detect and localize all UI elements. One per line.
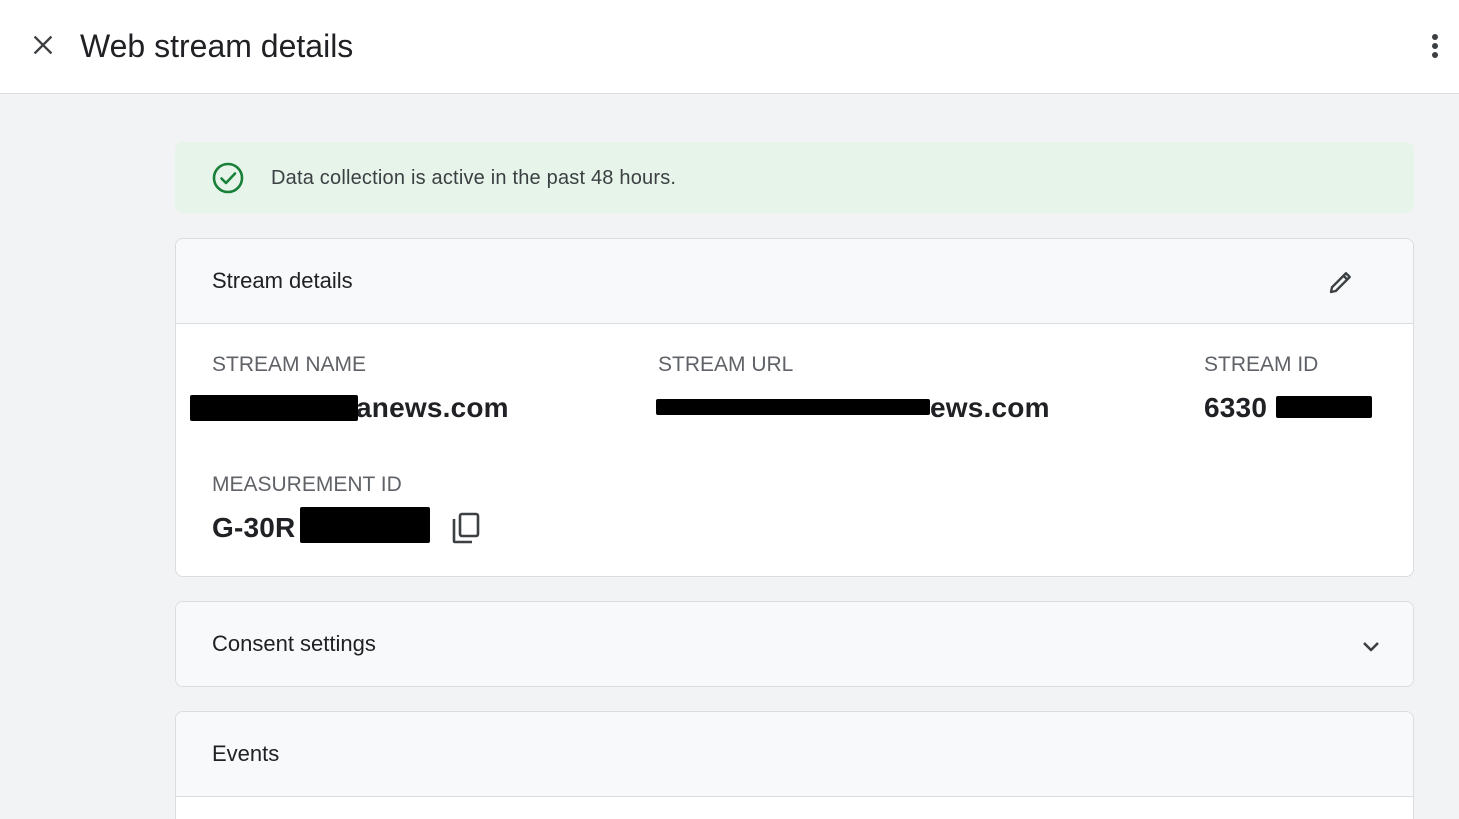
banner-text: Data collection is active in the past 48…	[271, 167, 677, 189]
redaction-mark	[1276, 396, 1372, 418]
consent-settings-header[interactable]: Consent settings	[176, 602, 1413, 686]
app-header: Web stream details	[0, 0, 1459, 94]
consent-settings-title: Consent settings	[212, 631, 376, 656]
pencil-icon	[1329, 272, 1351, 294]
copy-icon	[452, 512, 480, 544]
stream-details-header: Stream details	[176, 239, 1413, 324]
edit-button[interactable]	[1322, 263, 1360, 301]
events-header: Events	[176, 712, 1413, 797]
stream-id-visible-text: 6330	[1204, 392, 1268, 423]
redaction-mark	[656, 399, 930, 415]
close-button[interactable]	[22, 24, 64, 66]
status-banner: Data collection is active in the past 48…	[175, 142, 1414, 213]
events-title: Events	[212, 741, 280, 766]
chevron-down-icon	[1363, 642, 1379, 652]
stream-details-card: Stream details STREAM NAME anews.com STR…	[175, 238, 1414, 577]
stream-details-title: Stream details	[212, 268, 353, 293]
stream-url-visible-text: ews.com	[930, 392, 1050, 423]
measurement-id-visible-text: G-30R	[212, 512, 296, 543]
stream-id-label: STREAM ID	[1204, 353, 1319, 376]
copy-measurement-id-button[interactable]	[447, 508, 485, 548]
page-title: Web stream details	[80, 28, 354, 64]
redaction-mark	[190, 395, 358, 421]
stream-url-label: STREAM URL	[658, 353, 794, 376]
check-circle-icon	[212, 162, 244, 194]
stream-name-label: STREAM NAME	[212, 353, 367, 376]
consent-settings-card[interactable]: Consent settings	[175, 601, 1414, 687]
events-card: Events	[175, 711, 1414, 819]
more-options-button[interactable]	[1418, 26, 1452, 66]
measurement-id-label: MEASUREMENT ID	[212, 473, 402, 496]
stream-name-visible-text: anews.com	[356, 392, 509, 423]
more-vert-icon	[1432, 34, 1438, 58]
redaction-mark	[300, 507, 430, 543]
close-icon	[33, 35, 53, 55]
expand-consent-button[interactable]	[1356, 632, 1386, 662]
